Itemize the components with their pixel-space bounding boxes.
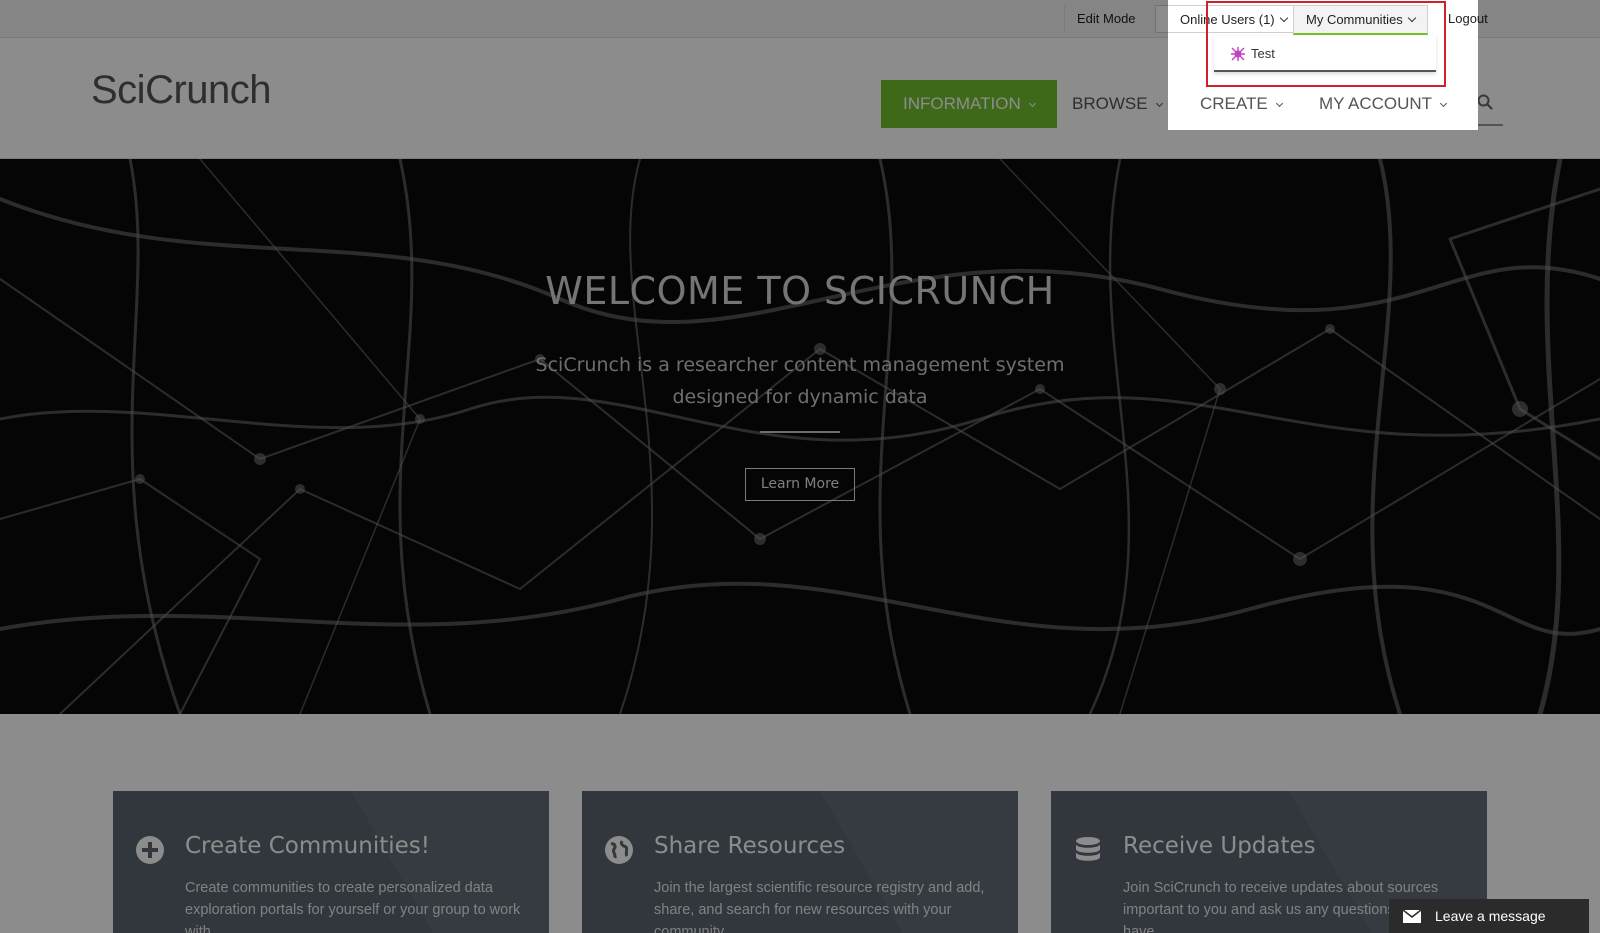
my-communities-menu: Test bbox=[1214, 36, 1436, 72]
nav-browse-label: BROWSE bbox=[1072, 94, 1148, 113]
nav-information-label: INFORMATION bbox=[903, 94, 1021, 113]
my-communities-dropdown-highlighted[interactable]: My Communities bbox=[1293, 5, 1428, 35]
online-users-dropdown-highlighted[interactable]: Online Users (1) bbox=[1168, 5, 1300, 33]
my-communities-label: My Communities bbox=[1306, 12, 1403, 27]
feature-card-share-resources: Share Resources Join the largest scienti… bbox=[582, 791, 1018, 933]
features-section: Create Communities! Create communities t… bbox=[0, 714, 1600, 933]
feature-text: Create communities to create personalize… bbox=[185, 880, 521, 933]
community-icon bbox=[1230, 46, 1246, 62]
feature-card-create-communities: Create Communities! Create communities t… bbox=[113, 791, 549, 933]
plus-circle-icon bbox=[136, 836, 164, 864]
hero-title: WELCOME TO SCICRUNCH bbox=[545, 269, 1055, 313]
feature-text: Join the largest scientific resource reg… bbox=[654, 880, 985, 933]
hero-subtitle: SciCrunch is a researcher content manage… bbox=[535, 354, 1065, 408]
neuron-network-background bbox=[0, 159, 1600, 714]
nav-create-highlighted[interactable]: CREATE bbox=[1178, 80, 1304, 128]
feature-title: Receive Updates bbox=[1123, 833, 1316, 859]
nav-my-account-highlighted[interactable]: MY ACCOUNT bbox=[1297, 80, 1468, 128]
leave-message-label: Leave a message bbox=[1435, 908, 1546, 924]
chevron-down-icon bbox=[1275, 99, 1283, 108]
nav-my-account-label: MY ACCOUNT bbox=[1319, 94, 1433, 113]
envelope-icon bbox=[1403, 909, 1421, 923]
nav-create-label: CREATE bbox=[1200, 94, 1268, 113]
leave-message-widget[interactable]: Leave a message bbox=[1389, 899, 1589, 933]
feature-title: Create Communities! bbox=[185, 833, 430, 859]
chevron-down-icon bbox=[1407, 13, 1417, 23]
database-icon bbox=[1076, 837, 1100, 861]
chevron-down-icon bbox=[1279, 13, 1288, 23]
online-users-label: Online Users (1) bbox=[1180, 12, 1275, 27]
hero-divider bbox=[760, 431, 840, 433]
edit-mode-link[interactable]: Edit Mode bbox=[1064, 5, 1148, 33]
logout-link-highlighted[interactable]: Logout bbox=[1436, 5, 1500, 33]
chevron-down-icon bbox=[1155, 99, 1163, 108]
search-icon bbox=[1477, 94, 1493, 110]
learn-more-button[interactable]: Learn More bbox=[745, 468, 855, 501]
nav-information[interactable]: INFORMATION bbox=[881, 80, 1057, 128]
community-item-label: Test bbox=[1251, 46, 1275, 61]
site-logo[interactable]: SciCrunch bbox=[91, 68, 272, 113]
hero-banner: WELCOME TO SCICRUNCH SciCrunch is a rese… bbox=[0, 159, 1600, 714]
nav-browse[interactable]: BROWSE bbox=[1050, 80, 1184, 128]
chevron-down-icon bbox=[1028, 99, 1036, 108]
chevron-down-icon bbox=[1440, 99, 1448, 108]
feature-title: Share Resources bbox=[654, 833, 846, 859]
community-item-test[interactable]: Test bbox=[1230, 44, 1275, 64]
globe-icon bbox=[605, 836, 633, 864]
